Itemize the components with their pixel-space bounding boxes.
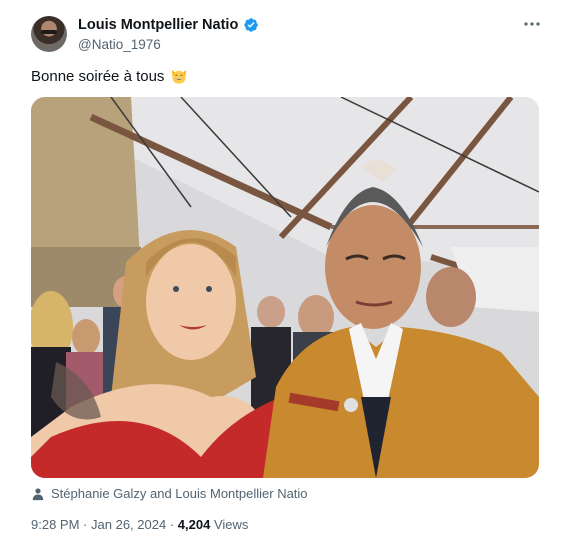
meta-separator: · bbox=[83, 517, 88, 532]
tweet-text: Bonne soirée à tous bbox=[31, 67, 188, 85]
author-display-name[interactable]: Louis Montpellier Natio bbox=[78, 17, 238, 33]
selfie-photo bbox=[31, 97, 539, 478]
tweet-date[interactable]: Jan 26, 2024 bbox=[91, 517, 166, 532]
views-label: Views bbox=[213, 517, 249, 532]
verified-badge-icon bbox=[244, 18, 259, 32]
person-icon bbox=[32, 487, 44, 500]
author-name-row: Louis Montpellier Natio bbox=[78, 17, 259, 33]
views-count: 4,204 bbox=[177, 517, 211, 532]
tweet-time[interactable]: 9:28 PM bbox=[31, 517, 79, 532]
tweet-card: Louis Montpellier Natio @Natio_1976 Bonn… bbox=[0, 0, 568, 540]
author-avatar[interactable] bbox=[31, 16, 67, 52]
meta-separator: · bbox=[169, 517, 175, 532]
tweet-photo[interactable] bbox=[31, 97, 539, 478]
author-handle[interactable]: @Natio_1976 bbox=[78, 37, 161, 52]
more-options-icon[interactable] bbox=[522, 14, 542, 34]
tagged-people[interactable]: Stéphanie Galzy and Louis Montpellier Na… bbox=[31, 486, 308, 501]
tweet-text-content: Bonne soirée à tous bbox=[31, 67, 165, 85]
tweet-meta: 9:28 PM · Jan 26, 2024 · 4,204 Views bbox=[31, 517, 248, 532]
tagged-people-text: Stéphanie Galzy and Louis Montpellier Na… bbox=[51, 486, 308, 501]
grinning-cat-emoji bbox=[172, 70, 187, 84]
